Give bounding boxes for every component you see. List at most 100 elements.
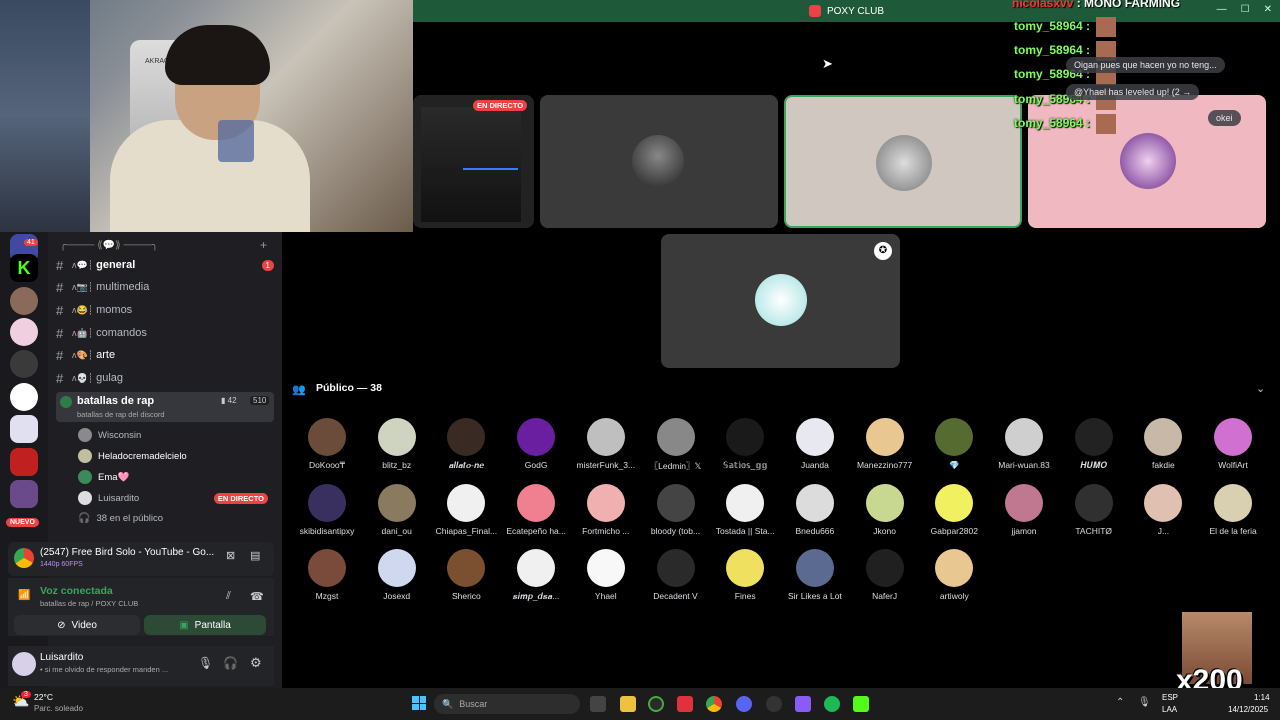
- audience-member[interactable]: Josexd: [362, 549, 432, 601]
- weather-desc[interactable]: Parc. soleado: [34, 704, 83, 713]
- audience-member[interactable]: J...: [1128, 484, 1198, 536]
- voice-user[interactable]: Wisconsin: [78, 428, 141, 442]
- audience-member[interactable]: El de la feria: [1198, 484, 1268, 536]
- audience-member[interactable]: Gabpar2802: [919, 484, 989, 536]
- discord-icon[interactable]: [736, 696, 752, 712]
- participant-tile[interactable]: ✪: [661, 234, 900, 368]
- microphone-icon[interactable]: 🎙: [198, 656, 213, 670]
- audience-member[interactable]: WolfiArt: [1198, 418, 1268, 470]
- maximize-icon[interactable]: ☐: [1241, 4, 1250, 15]
- channel-gulag[interactable]: # ʌ💀┊ gulag: [56, 368, 274, 388]
- add-channel-icon[interactable]: +: [260, 238, 267, 252]
- taskbar-search[interactable]: 🔍 Buscar: [434, 694, 580, 714]
- channel-general[interactable]: # ʌ💬┊ general 1: [56, 255, 274, 275]
- audience-member[interactable]: Mzgst: [292, 549, 362, 601]
- audience-member[interactable]: Chiapas_Final...: [431, 484, 501, 536]
- kick-server-icon[interactable]: K: [10, 254, 38, 282]
- voice-user[interactable]: Luisardito EN DIRECTO: [78, 491, 268, 505]
- disconnect-icon[interactable]: ☎: [250, 590, 264, 603]
- close-icon[interactable]: ✕: [1264, 4, 1272, 15]
- audience-member[interactable]: dani_ou: [362, 484, 432, 536]
- audience-member[interactable]: 💎: [919, 418, 989, 471]
- audience-member[interactable]: Juanda: [780, 418, 850, 470]
- audience-member[interactable]: 𝑯𝑼𝑴𝑶: [1059, 418, 1129, 471]
- category-header[interactable]: ╭──── ⟪💬⟫ ────╮: [60, 240, 158, 251]
- audience-member[interactable]: Ecatepeño ha...: [501, 484, 571, 536]
- audience-member[interactable]: Fines: [710, 549, 780, 601]
- obs-icon[interactable]: [648, 696, 664, 712]
- audience-member[interactable]: Tostada || Sta...: [710, 484, 780, 536]
- windows-start-icon[interactable]: [412, 696, 426, 710]
- weather-temp[interactable]: 22°C: [34, 692, 53, 702]
- audience-member[interactable]: bloody (tob...: [641, 484, 711, 536]
- participant-tile[interactable]: [540, 95, 778, 228]
- headphones-icon[interactable]: 🎧: [223, 656, 238, 670]
- server-icon[interactable]: [10, 480, 38, 508]
- stream-settings-icon[interactable]: ▤: [250, 549, 260, 562]
- app-icon[interactable]: [677, 696, 693, 712]
- audience-member[interactable]: artiwoly: [919, 549, 989, 601]
- audience-member[interactable]: jjamon: [989, 484, 1059, 536]
- audience-member[interactable]: Decadent V: [641, 549, 711, 601]
- clock-date[interactable]: 14/12/2025: [1228, 705, 1268, 714]
- chevron-up-icon[interactable]: ⌃: [1116, 697, 1124, 708]
- noise-suppression-icon[interactable]: ⫽: [226, 590, 231, 603]
- audience-count[interactable]: 🎧 38 en el público: [78, 513, 163, 524]
- screen-share-button[interactable]: ▣ Pantalla: [144, 615, 266, 635]
- task-view-icon[interactable]: [590, 696, 606, 712]
- language-code[interactable]: ESP: [1162, 693, 1178, 702]
- voice-status[interactable]: Voz conectada: [40, 585, 113, 597]
- audience-member[interactable]: GodG: [501, 418, 571, 470]
- video-button[interactable]: ⊘ Video: [14, 615, 140, 635]
- audience-member[interactable]: DoKooo₸: [292, 418, 362, 471]
- server-icon[interactable]: [10, 415, 38, 443]
- audience-member[interactable]: NaferJ: [850, 549, 920, 601]
- microphone-icon[interactable]: 🎙: [1138, 697, 1151, 708]
- twitch-icon[interactable]: [795, 696, 811, 712]
- audience-member-name: Manezzino777: [856, 460, 913, 470]
- stop-stream-icon[interactable]: ⊠: [226, 549, 235, 562]
- stream-tile[interactable]: EN DIRECTO: [413, 95, 534, 228]
- audience-member[interactable]: skibidisantipxy: [292, 484, 362, 536]
- audience-member[interactable]: blitz_bz: [362, 418, 432, 470]
- audience-member[interactable]: Sherico: [431, 549, 501, 601]
- audience-member[interactable]: fakdie: [1128, 418, 1198, 470]
- file-explorer-icon[interactable]: [620, 696, 636, 712]
- chrome-icon[interactable]: [706, 696, 722, 712]
- audience-member[interactable]: 𝒂𝒍𝒍𝒂𝒕𝒐-𝒏𝒆: [431, 418, 501, 471]
- avatar[interactable]: [12, 652, 36, 676]
- audience-member[interactable]: Mari-wuan.83: [989, 418, 1059, 470]
- app-icon[interactable]: [766, 696, 782, 712]
- voice-user[interactable]: Heladocremadelcielo: [78, 449, 187, 463]
- minimize-icon[interactable]: —: [1217, 4, 1227, 15]
- audience-member[interactable]: TACHITØ: [1059, 484, 1129, 536]
- spotify-icon[interactable]: [824, 696, 840, 712]
- voice-user[interactable]: Ema🩷: [78, 470, 129, 484]
- audience-member[interactable]: Jkono: [850, 484, 920, 536]
- server-icon[interactable]: [10, 318, 38, 346]
- clock-time[interactable]: 1:14: [1254, 693, 1270, 702]
- chevron-down-icon[interactable]: ⌄: [1256, 382, 1265, 395]
- channel-comandos[interactable]: # ʌ🤖┊ comandos: [56, 323, 274, 343]
- voice-location[interactable]: batallas de rap / POXY CLUB: [40, 599, 138, 608]
- audience-member[interactable]: Yhael: [571, 549, 641, 601]
- participant-tile-speaking[interactable]: [784, 95, 1022, 228]
- language-layout[interactable]: LAA: [1162, 705, 1177, 714]
- audience-member[interactable]: Bnedu666: [780, 484, 850, 536]
- audience-member[interactable]: Fortmicho ...: [571, 484, 641, 536]
- audience-member[interactable]: 𝕊𝕒𝕥𝕚𝕠𝕤_𝕘𝕘: [710, 418, 780, 471]
- audience-member[interactable]: Manezzino777: [850, 418, 920, 470]
- gear-icon[interactable]: ⚙: [250, 655, 262, 671]
- channel-multimedia[interactable]: # ʌ📷┊ multimedia: [56, 277, 274, 297]
- server-icon[interactable]: [10, 350, 38, 378]
- kick-icon[interactable]: [853, 696, 869, 712]
- server-icon[interactable]: [10, 383, 38, 411]
- audience-member[interactable]: misterFunk_3...: [571, 418, 641, 470]
- channel-momos[interactable]: # ʌ😂┊ momos: [56, 300, 274, 320]
- server-icon[interactable]: [10, 448, 38, 476]
- audience-member[interactable]: 𝒔𝒊𝒎𝒑_𝒅𝒔𝒂...: [501, 549, 571, 602]
- server-icon[interactable]: [10, 287, 38, 315]
- channel-arte[interactable]: # ʌ🎨┊ arte: [56, 345, 274, 365]
- audience-member[interactable]: 〖Ledmin〗𝕏: [641, 418, 711, 472]
- audience-member[interactable]: Sir Likes a Lot: [780, 549, 850, 601]
